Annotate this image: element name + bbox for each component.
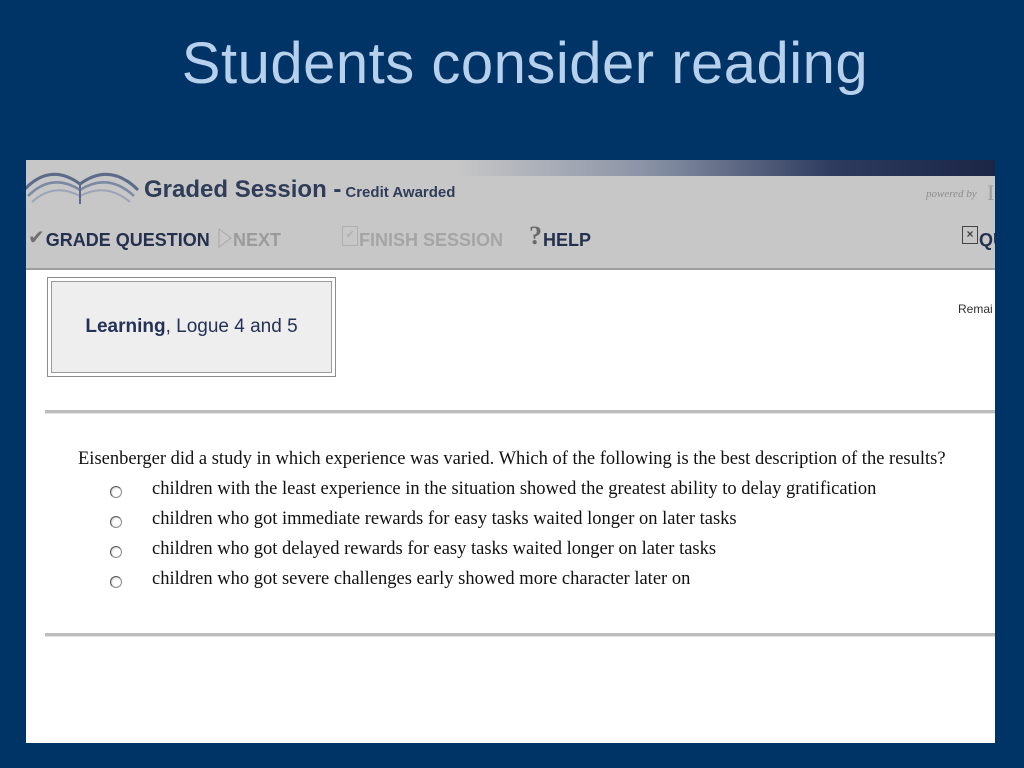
- remaining-label: Remai: [958, 302, 993, 316]
- header-divider: [26, 268, 995, 270]
- radio-button[interactable]: [110, 485, 122, 498]
- slide-title: Students consider reading: [181, 31, 869, 96]
- radio-button[interactable]: [110, 545, 122, 558]
- session-title: Graded Session - Credit Awarded: [144, 176, 455, 204]
- answer-option-label: children with the least experience in th…: [152, 478, 877, 499]
- help-icon: ?: [529, 221, 542, 250]
- finish-session-label: FINISH SESSION: [359, 229, 504, 250]
- answer-option-label: children who got immediate rewards for e…: [152, 508, 737, 529]
- header-gradient-band: [456, 160, 995, 176]
- grade-question-label: GRADE QUESTION: [45, 229, 210, 250]
- course-name: Learning: [85, 316, 166, 337]
- answer-option-label: children who got delayed rewards for eas…: [152, 538, 717, 559]
- quit-label: QU: [979, 229, 995, 250]
- answer-option[interactable]: children with the least experience in th…: [110, 478, 876, 500]
- next-arrow-icon: [218, 228, 232, 248]
- powered-by-label: powered by: [926, 188, 977, 200]
- question-text: Eisenberger did a study in which experie…: [78, 449, 946, 469]
- session-title-label: Graded Session -: [144, 176, 342, 203]
- help-button[interactable]: ? HELP: [529, 221, 592, 254]
- answer-option[interactable]: children who got immediate rewards for e…: [110, 508, 737, 530]
- session-credit-status: Credit Awarded: [345, 184, 456, 201]
- course-info-inner: Learning, Logue 4 and 5: [51, 281, 332, 373]
- app-window: Graded Session - Credit Awarded powered b…: [26, 160, 995, 743]
- check-icon: ✔: [28, 226, 45, 249]
- content-divider-top: [45, 410, 995, 414]
- course-info-box: Learning, Logue 4 and 5: [47, 277, 336, 377]
- course-detail: , Logue 4 and 5: [165, 316, 298, 337]
- quit-button[interactable]: × QU: [962, 226, 995, 254]
- help-label: HELP: [543, 229, 592, 250]
- book-icon: [26, 172, 140, 204]
- answer-option[interactable]: children who got severe challenges early…: [110, 568, 690, 590]
- radio-button[interactable]: [110, 575, 122, 588]
- content-divider-bottom: [45, 633, 995, 637]
- close-icon: ×: [962, 226, 978, 244]
- next-label: NEXT: [233, 229, 282, 250]
- next-button[interactable]: NEXT: [218, 226, 281, 254]
- answer-option[interactable]: children who got delayed rewards for eas…: [110, 538, 716, 560]
- radio-button[interactable]: [110, 515, 122, 528]
- grade-question-button[interactable]: ✔ GRADE QUESTION: [28, 226, 210, 254]
- finish-session-button[interactable]: ✔ FINISH SESSION: [342, 226, 503, 254]
- finish-icon: ✔: [342, 226, 358, 246]
- powered-by-logo: I: [987, 180, 995, 205]
- session-header: Graded Session - Credit Awarded powered b…: [26, 160, 995, 270]
- answer-option-label: children who got severe challenges early…: [152, 568, 691, 589]
